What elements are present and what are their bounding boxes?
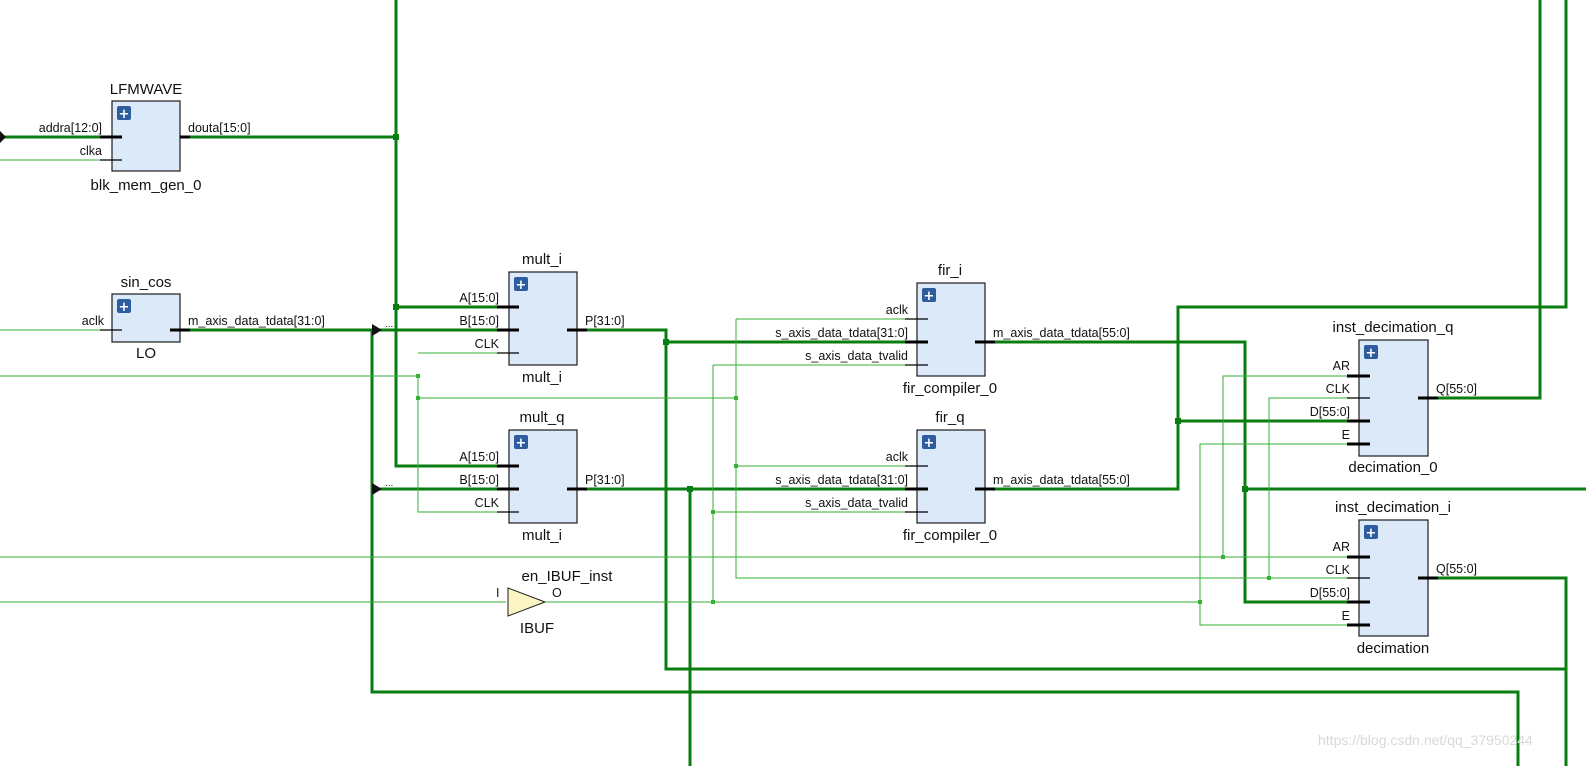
svg-text:+: + (1366, 346, 1377, 361)
block-title: mult_q (519, 409, 564, 426)
svg-text:+: + (924, 436, 935, 451)
block-type: decimation_0 (1348, 459, 1437, 476)
port-m-axis-data-tdata: m_axis_data_tdata[55:0] (993, 473, 1130, 487)
port-p: P[31:0] (585, 314, 625, 328)
port-ar: AR (1333, 359, 1350, 373)
svg-text:+: + (119, 300, 130, 315)
expand-plus-icon[interactable]: + (514, 435, 528, 451)
port-b: B[15:0] (459, 314, 499, 328)
svg-text:+: + (516, 436, 527, 451)
svg-text:+: + (119, 107, 130, 122)
block-title: en_IBUF_inst (522, 568, 614, 585)
block-type: IBUF (520, 620, 554, 637)
block-type: blk_mem_gen_0 (91, 177, 202, 194)
watermark-text: https://blog.csdn.net/qq_37950244 (1318, 732, 1533, 748)
port-i: I (496, 586, 499, 600)
svg-text:+: + (516, 278, 527, 293)
port-aclk: aclk (886, 303, 909, 317)
block-fir-i[interactable]: fir_i + aclk s_axis_data_tdata[31:0] s_a… (775, 262, 1130, 397)
expand-plus-icon[interactable]: + (922, 435, 936, 451)
port-clka: clka (80, 144, 102, 158)
block-type: mult_i (522, 527, 562, 544)
block-type: decimation (1357, 640, 1430, 657)
expand-plus-icon[interactable]: + (514, 277, 528, 293)
expand-plus-icon[interactable]: + (117, 299, 131, 315)
port-b: B[15:0] (459, 473, 499, 487)
block-type: fir_compiler_0 (903, 527, 997, 544)
expand-plus-icon[interactable]: + (117, 106, 131, 122)
port-e: E (1342, 428, 1350, 442)
port-d: D[55:0] (1310, 405, 1350, 419)
port-clk: CLK (1326, 563, 1351, 577)
port-addra: addra[12:0] (39, 121, 102, 135)
port-clk: CLK (475, 337, 500, 351)
port-d: D[55:0] (1310, 586, 1350, 600)
block-type: fir_compiler_0 (903, 380, 997, 397)
svg-text:+: + (924, 289, 935, 304)
port-q: Q[55:0] (1436, 382, 1477, 396)
port-clk: CLK (475, 496, 500, 510)
block-type: mult_i (522, 369, 562, 386)
port-s-axis-data-tvalid: s_axis_data_tvalid (805, 496, 908, 510)
port-q: Q[55:0] (1436, 562, 1477, 576)
port-e: E (1342, 609, 1350, 623)
ellipsis-2: ... (385, 478, 393, 489)
port-a: A[15:0] (459, 450, 499, 464)
block-title: inst_decimation_i (1335, 499, 1451, 516)
expand-plus-icon[interactable]: + (922, 288, 936, 304)
svg-text:+: + (1366, 526, 1377, 541)
block-title: mult_i (522, 251, 562, 268)
block-title: sin_cos (121, 274, 172, 291)
ellipsis-1: ... (385, 319, 393, 330)
block-mult-q[interactable]: mult_q + A[15:0] B[15:0] CLK P[31:0] mul… (459, 409, 624, 544)
buffer-triangle-icon[interactable] (507, 587, 547, 617)
port-a: A[15:0] (459, 291, 499, 305)
block-type: LO (136, 345, 156, 362)
expand-plus-icon[interactable]: + (1364, 525, 1378, 541)
block-title: fir_i (938, 262, 962, 279)
port-s-axis-data-tdata: s_axis_data_tdata[31:0] (775, 473, 908, 487)
schematic-canvas: ... ... LFMWAVE + addra[12:0] clka douta… (0, 0, 1586, 766)
port-ar: AR (1333, 540, 1350, 554)
block-mult-i[interactable]: mult_i + A[15:0] B[15:0] CLK P[31:0] mul… (459, 251, 624, 386)
port-douta: douta[15:0] (188, 121, 251, 135)
block-title: inst_decimation_q (1333, 319, 1454, 336)
port-m-axis-data-tdata: m_axis_data_tdata[55:0] (993, 326, 1130, 340)
port-aclk: aclk (886, 450, 909, 464)
port-aclk: aclk (82, 314, 105, 328)
port-s-axis-data-tdata: s_axis_data_tdata[31:0] (775, 326, 908, 340)
block-sin-cos[interactable]: sin_cos + aclk m_axis_data_tdata[31:0] L… (82, 274, 325, 362)
thin-wires (0, 159, 1370, 626)
port-clk: CLK (1326, 382, 1351, 396)
block-title: fir_q (935, 409, 964, 426)
block-fir-q[interactable]: fir_q + aclk s_axis_data_tdata[31:0] s_a… (775, 409, 1130, 544)
port-s-axis-data-tvalid: s_axis_data_tvalid (805, 349, 908, 363)
block-title: LFMWAVE (110, 81, 183, 98)
port-p: P[31:0] (585, 473, 625, 487)
expand-plus-icon[interactable]: + (1364, 345, 1378, 361)
port-m-axis-data-tdata: m_axis_data_tdata[31:0] (188, 314, 325, 328)
port-o: O (552, 586, 562, 600)
